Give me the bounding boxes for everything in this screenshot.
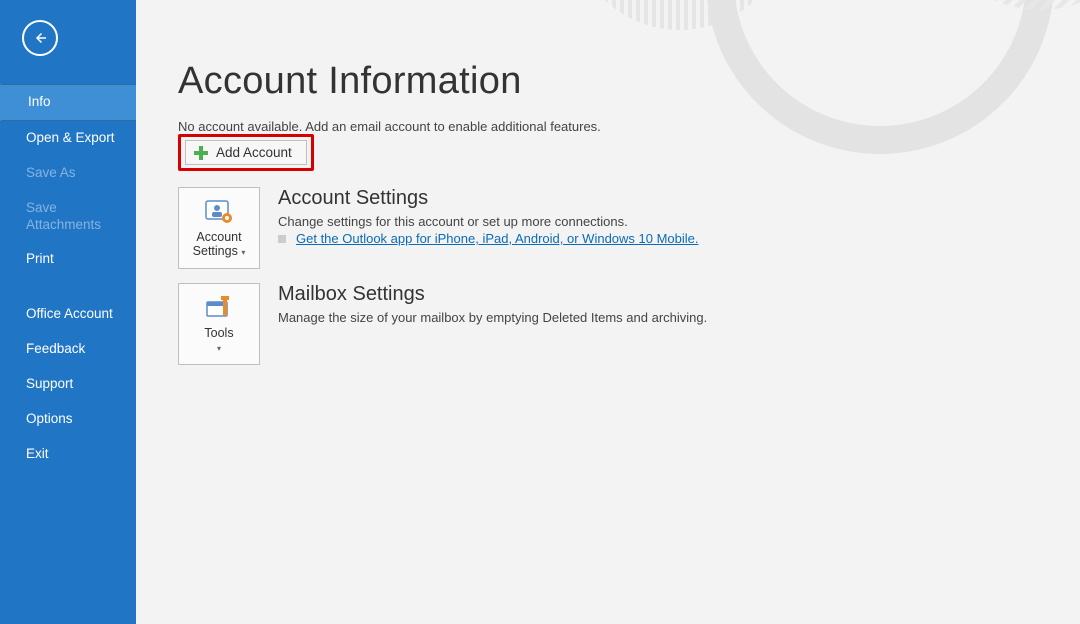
- nav-support[interactable]: Support: [0, 367, 136, 402]
- account-settings-btn-line1: Account: [196, 230, 241, 244]
- arrow-left-icon: [31, 29, 49, 47]
- tools-icon: [203, 294, 235, 322]
- account-settings-desc: Change settings for this account or set …: [278, 214, 699, 229]
- account-settings-section: Account Settings ▾ Account Settings Chan…: [178, 187, 1080, 269]
- main-content: Account Information No account available…: [136, 0, 1080, 624]
- dropdown-caret-icon: ▾: [217, 344, 221, 353]
- mailbox-settings-content: Mailbox Settings Manage the size of your…: [278, 283, 707, 365]
- nav-feedback[interactable]: Feedback: [0, 332, 136, 367]
- nav-save-attachments: Save Attachments: [0, 191, 136, 243]
- page-title: Account Information: [178, 60, 1080, 103]
- plus-icon: [194, 146, 208, 160]
- add-account-label: Add Account: [216, 145, 292, 160]
- nav-options[interactable]: Options: [0, 402, 136, 437]
- add-account-highlight: Add Account: [178, 134, 314, 171]
- no-account-message: No account available. Add an email accou…: [178, 119, 1080, 134]
- account-settings-btn-line2: Settings: [193, 244, 238, 258]
- nav-info[interactable]: Info: [0, 84, 136, 121]
- account-settings-button[interactable]: Account Settings ▾: [178, 187, 260, 269]
- nav-save-as: Save As: [0, 156, 136, 191]
- nav-office-account[interactable]: Office Account: [0, 297, 136, 332]
- back-button[interactable]: [22, 20, 58, 56]
- account-settings-icon: [203, 198, 235, 226]
- nav-open-export[interactable]: Open & Export: [0, 121, 136, 156]
- nav-print[interactable]: Print: [0, 242, 136, 277]
- get-outlook-app-link[interactable]: Get the Outlook app for iPhone, iPad, An…: [296, 231, 699, 246]
- nav-exit[interactable]: Exit: [0, 437, 136, 472]
- tools-btn-label: Tools: [204, 326, 233, 340]
- mailbox-settings-title: Mailbox Settings: [278, 283, 707, 306]
- account-settings-content: Account Settings Change settings for thi…: [278, 187, 699, 269]
- bullet-icon: [278, 235, 286, 243]
- add-account-button[interactable]: Add Account: [185, 140, 307, 165]
- account-settings-title: Account Settings: [278, 187, 699, 210]
- tools-button[interactable]: Tools ▾: [178, 283, 260, 365]
- mailbox-settings-section: Tools ▾ Mailbox Settings Manage the size…: [178, 283, 1080, 365]
- backstage-sidebar: Info Open & Export Save As Save Attachme…: [0, 0, 136, 624]
- mailbox-settings-desc: Manage the size of your mailbox by empty…: [278, 310, 707, 325]
- dropdown-caret-icon: ▾: [241, 248, 245, 257]
